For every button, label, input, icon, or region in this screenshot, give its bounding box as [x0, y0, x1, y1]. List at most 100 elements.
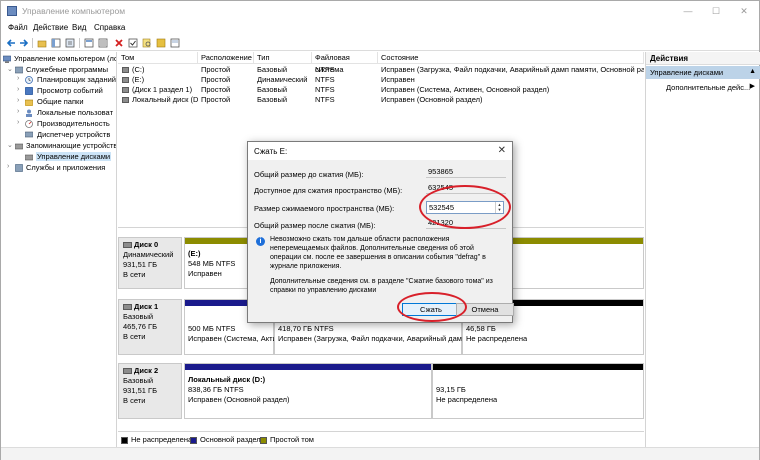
dialog-close-icon[interactable]: ✕	[498, 145, 506, 156]
folder-up-icon[interactable]	[37, 38, 47, 48]
column-filesystem[interactable]: Файловая система	[312, 52, 378, 74]
performance-icon	[25, 120, 33, 128]
computer-management-icon	[3, 55, 11, 63]
volume-icon	[122, 87, 129, 93]
unallocated-bar	[433, 364, 643, 370]
menu-action[interactable]: Действие	[33, 23, 68, 32]
column-type[interactable]: Тип	[254, 52, 312, 64]
legend: Не распределена Основной раздел Простой …	[118, 431, 644, 445]
after-size-label: Общий размер после сжатия (МБ):	[254, 221, 376, 230]
table-row[interactable]: (C:) Простой Базовый NTFS Исправен (Загр…	[118, 65, 644, 75]
available-space-value: 632545	[426, 183, 506, 194]
properties-icon[interactable]	[65, 38, 75, 48]
shrink-size-input[interactable]: 532545 ▲ ▼	[426, 201, 504, 214]
shrink-size-label: Размер сжимаемого пространства (МБ):	[254, 204, 395, 213]
menu-help[interactable]: Справка	[94, 23, 125, 32]
column-volume[interactable]: Том	[118, 52, 198, 64]
partition-unallocated-2[interactable]: 93,15 ГБ Не распределена	[432, 363, 644, 419]
back-arrow-icon[interactable]	[6, 38, 16, 48]
expand-icon[interactable]: ›	[7, 163, 14, 170]
disk-management-icon	[25, 154, 33, 161]
close-button[interactable]: ✕	[729, 1, 759, 21]
device-manager-icon	[25, 131, 33, 138]
volume-icon	[122, 77, 129, 83]
disk-icon	[123, 368, 132, 375]
computer-management-window: Управление компьютером — ☐ ✕ Файл Действ…	[0, 0, 760, 460]
forward-arrow-icon[interactable]	[19, 38, 29, 48]
shrink-dialog: Сжать E: ✕ Общий размер до сжатия (МБ): …	[247, 141, 514, 323]
collapse-icon[interactable]: ⌄	[7, 65, 14, 73]
actions-section-disk-management[interactable]: Управление дисками ▲	[646, 66, 760, 79]
disk-icon	[123, 304, 132, 311]
collapse-section-icon[interactable]: ▲	[749, 68, 756, 75]
users-icon	[26, 109, 32, 117]
primary-partition-bar	[185, 364, 431, 370]
column-layout[interactable]: Расположение	[198, 52, 254, 64]
toolbar-separator	[79, 38, 80, 48]
available-space-label: Доступное для сжатия пространство (МБ):	[254, 186, 403, 195]
disk-label[interactable]: Диск 2 Базовый 931,51 ГБ В сети	[118, 363, 182, 419]
legend-unallocated: Не распределена	[121, 435, 192, 444]
toolbar-separator	[32, 38, 33, 48]
disk-icon	[123, 242, 132, 249]
table-row[interactable]: (E:) Простой Динамический NTFS Исправен	[118, 75, 644, 85]
help-message: Дополнительные сведения см. в разделе "С…	[270, 278, 493, 294]
menu-bar: Файл Действие Вид Справка	[1, 21, 759, 35]
menu-view[interactable]: Вид	[72, 23, 86, 32]
total-size-label: Общий размер до сжатия (МБ):	[254, 170, 364, 179]
submenu-arrow-icon[interactable]: ▶	[750, 82, 755, 90]
menu-file[interactable]: Файл	[8, 23, 28, 32]
legend-swatch	[190, 436, 197, 444]
volume-icon	[122, 67, 129, 73]
spin-down-icon[interactable]: ▼	[496, 207, 503, 212]
legend-simple: Простой том	[260, 435, 314, 444]
expand-icon[interactable]: ›	[17, 86, 24, 93]
services-icon	[15, 164, 23, 172]
spinner[interactable]: ▲ ▼	[495, 202, 503, 213]
search-icon[interactable]	[142, 38, 152, 48]
window-title: Управление компьютером	[22, 6, 126, 16]
info-message: Невозможно сжать том дальше области расп…	[270, 236, 486, 270]
expand-icon[interactable]: ›	[17, 119, 24, 126]
total-size-value: 953865	[426, 167, 506, 178]
console-tree: Управление компьютером (лс ⌄ Служебные п…	[1, 52, 117, 460]
disk-row-2: Диск 2 Базовый 931,51 ГБ В сети Локальны…	[118, 363, 644, 419]
cancel-button[interactable]: Отмена	[456, 303, 514, 316]
status-bar	[1, 447, 759, 460]
volume-icon	[122, 97, 129, 103]
disk-label[interactable]: Диск 1 Базовый 465,76 ГБ В сети	[118, 299, 182, 355]
table-row[interactable]: Локальный диск (D:) Простой Базовый NTFS…	[118, 95, 644, 105]
settings-panel-icon[interactable]	[170, 38, 180, 48]
help-icon[interactable]	[84, 38, 94, 48]
expand-icon[interactable]: ›	[17, 75, 24, 82]
disk-label[interactable]: Диск 0 Динамический 931,51 ГБ В сети	[118, 237, 182, 289]
legend-primary: Основной раздел	[190, 435, 261, 444]
shrink-button[interactable]: Сжать	[402, 303, 460, 316]
maximize-button[interactable]: ☐	[701, 1, 731, 21]
expand-icon[interactable]: ›	[17, 108, 24, 115]
after-size-value: 421320	[426, 218, 506, 229]
table-row[interactable]: (Диск 1 раздел 1) Простой Базовый NTFS И…	[118, 85, 644, 95]
view-list-icon[interactable]	[98, 38, 108, 48]
dialog-title: Сжать E:	[254, 147, 288, 156]
expand-icon[interactable]: ›	[17, 97, 24, 104]
delete-icon[interactable]	[114, 38, 124, 48]
title-bar: Управление компьютером — ☐ ✕	[1, 1, 759, 21]
legend-swatch	[121, 436, 128, 444]
shared-folder-icon	[25, 99, 33, 106]
tools-icon	[15, 66, 23, 74]
check-icon[interactable]	[128, 38, 138, 48]
shortcut-icon[interactable]	[156, 38, 166, 48]
more-actions-item[interactable]: Дополнительные дейс...	[666, 83, 750, 92]
storage-icon	[15, 143, 23, 150]
dialog-title-bar: Сжать E: ✕	[248, 142, 512, 160]
console-tree-icon[interactable]	[51, 38, 61, 48]
minimize-button[interactable]: —	[673, 1, 703, 21]
collapse-icon[interactable]: ⌄	[7, 141, 14, 149]
actions-header: Действия	[646, 52, 760, 65]
column-status[interactable]: Состояние	[378, 52, 644, 64]
partition-d[interactable]: Локальный диск (D:) 838,36 ГБ NTFS Испра…	[184, 363, 432, 419]
info-icon: i	[256, 237, 265, 246]
app-icon	[7, 6, 17, 16]
toolbar	[1, 35, 759, 51]
